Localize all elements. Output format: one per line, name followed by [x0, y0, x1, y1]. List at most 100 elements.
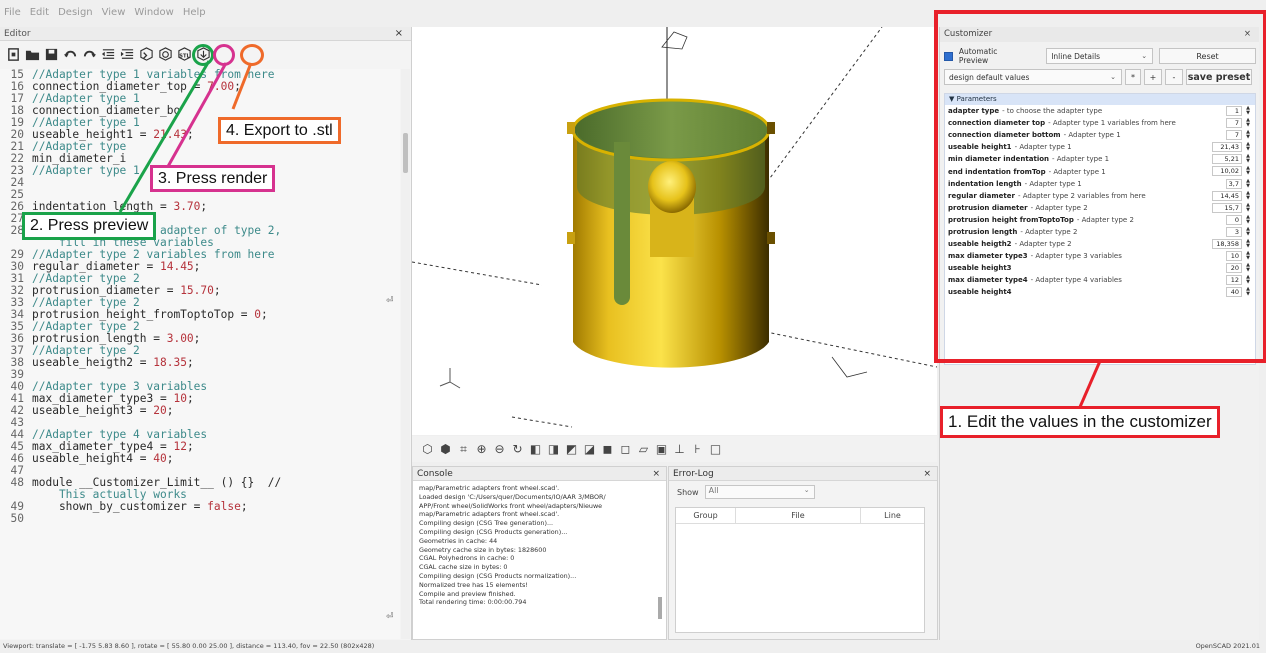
parameter-value-input[interactable]: 7 [1226, 130, 1242, 141]
parameter-value-input[interactable]: 3 [1226, 226, 1242, 237]
parameter-value-input[interactable]: 5,21 [1212, 154, 1242, 165]
spinner-arrows-icon[interactable]: ▲ ▼ [1244, 202, 1252, 213]
parameter-value-input[interactable]: 15,7 [1212, 202, 1242, 213]
show-axes-icon[interactable]: ⊥ [672, 442, 687, 457]
reset-button[interactable]: Reset [1159, 48, 1256, 64]
zoom-in-icon[interactable]: ⊕ [474, 442, 489, 457]
view-front-icon[interactable]: ◼ [600, 442, 615, 457]
show-scale-markers-icon[interactable]: ⊦ [690, 442, 705, 457]
parameter-value-input[interactable]: 21,43 [1212, 142, 1242, 153]
parameter-value-input[interactable]: 14,45 [1212, 190, 1242, 201]
automatic-preview-checkbox[interactable] [944, 51, 953, 61]
unindent-icon[interactable] [101, 47, 116, 62]
orthogonal-icon[interactable]: ▣ [654, 442, 669, 457]
spinner-arrows-icon[interactable]: ▲ ▼ [1244, 106, 1252, 116]
view-top-icon[interactable]: ◨ [546, 442, 561, 457]
spinner-arrows-icon[interactable]: ▲ ▼ [1244, 142, 1252, 152]
spinner-arrows-icon[interactable]: ▲ ▼ [1244, 226, 1252, 237]
3d-viewport[interactable] [412, 27, 937, 435]
open-folder-icon[interactable] [25, 47, 40, 62]
parameter-value-input[interactable]: 7 [1226, 118, 1242, 129]
customizer-close-icon[interactable]: × [1244, 27, 1251, 42]
menu-design[interactable]: Design [58, 7, 93, 18]
console-line: map/Parametric adapters front wheel.scad… [419, 484, 560, 492]
parameter-value-input[interactable]: 10 [1226, 251, 1242, 262]
column-file[interactable]: File [736, 508, 861, 523]
menu-window[interactable]: Window [134, 7, 173, 18]
parameter-value-input[interactable]: 18,358 [1212, 239, 1242, 250]
console-scroll-thumb[interactable] [658, 597, 662, 619]
preset-star-button[interactable]: * [1125, 69, 1141, 85]
code-line[interactable]: 46 useable_height4 = 40; [0, 453, 400, 465]
spinner-arrows-icon[interactable]: ▲ ▼ [1244, 214, 1252, 225]
preview-view-icon[interactable]: ⬡ [420, 442, 435, 457]
parameter-value-input[interactable]: 40 [1226, 287, 1242, 298]
reset-view-icon[interactable]: ↻ [510, 442, 525, 457]
preview-icon[interactable] [139, 46, 154, 62]
code-line[interactable]: 50 [0, 513, 400, 525]
view-back-icon[interactable]: ◻ [618, 442, 633, 457]
new-file-icon[interactable] [6, 47, 21, 62]
spinner-arrows-icon[interactable]: ▲ ▼ [1244, 251, 1252, 261]
indent-icon[interactable] [120, 47, 135, 62]
editor-scrollbar[interactable] [401, 69, 410, 639]
parameter-value-input[interactable]: 10,02 [1212, 166, 1242, 177]
code-editor[interactable]: 15//Adapter type 1 variables from here 16… [0, 69, 400, 639]
redo-icon[interactable] [82, 47, 97, 62]
parameter-value-input[interactable]: 12 [1226, 275, 1242, 286]
error-log-close-icon[interactable]: × [923, 467, 931, 481]
parameter-description: - Adapter type 3 variables [1030, 252, 1122, 261]
view-all-icon[interactable]: ⌗ [456, 442, 471, 457]
console-panel: Console × map/Parametric adapters front … [412, 466, 667, 640]
code-line[interactable]: 49 shown_by_customizer = false; [0, 501, 400, 513]
render-view-icon[interactable]: ⬢ [438, 442, 453, 457]
spinner-arrows-icon[interactable]: ▲ ▼ [1244, 118, 1252, 128]
spinner-arrows-icon[interactable]: ▲ ▼ [1244, 239, 1252, 249]
spinner-arrows-icon[interactable]: ▲ ▼ [1244, 154, 1252, 164]
column-group[interactable]: Group [676, 508, 736, 523]
parameter-value-input[interactable]: 1 [1226, 106, 1242, 116]
code-line[interactable]: 38 useable_heigth2 = 18.35; [0, 357, 400, 369]
menu-edit[interactable]: Edit [30, 7, 49, 18]
parameters-header[interactable]: ▼ Parameters [945, 94, 1255, 105]
spinner-arrows-icon[interactable]: ▲ ▼ [1244, 166, 1252, 176]
view-bottom-icon[interactable]: ◩ [564, 442, 579, 457]
view-right-icon[interactable]: ◧ [528, 442, 543, 457]
view-left-icon[interactable]: ◪ [582, 442, 597, 457]
menu-help[interactable]: Help [183, 7, 206, 18]
detail-style-select[interactable]: Inline Details ⌄ [1046, 48, 1154, 64]
console-close-icon[interactable]: × [652, 467, 660, 481]
undo-icon[interactable] [63, 47, 78, 62]
export-stl-icon[interactable]: STL [177, 46, 192, 62]
editor-close-icon[interactable]: × [395, 27, 403, 41]
preset-select[interactable]: design default values ⌄ [944, 69, 1122, 85]
remove-preset-button[interactable]: - [1165, 69, 1183, 85]
parameter-description: - Adapter type 1 [1063, 131, 1121, 140]
show-filter-select[interactable]: All ⌄ [704, 485, 815, 499]
code-line[interactable]: 42 useable_height3 = 20; [0, 405, 400, 417]
spinner-arrows-icon[interactable]: ▲ ▼ [1244, 263, 1252, 273]
step4-callout: 4. Export to .stl [218, 117, 341, 144]
menu-file[interactable]: File [4, 7, 21, 18]
save-icon[interactable] [44, 47, 59, 62]
parameter-row: end indentation fromTop - Adapter type 1 1… [945, 165, 1255, 177]
zoom-out-icon[interactable]: ⊖ [492, 442, 507, 457]
render-icon[interactable] [158, 46, 173, 62]
parameter-description: - Adapter type 2 [1076, 215, 1134, 224]
save-preset-button[interactable]: save preset [1186, 69, 1252, 85]
parameter-value-input[interactable]: 0 [1226, 214, 1242, 225]
add-preset-button[interactable]: + [1144, 69, 1162, 85]
spinner-arrows-icon[interactable]: ▲ ▼ [1244, 275, 1252, 285]
spinner-arrows-icon[interactable]: ▲ ▼ [1244, 178, 1252, 189]
spinner-arrows-icon[interactable]: ▲ ▼ [1244, 190, 1252, 201]
console-line: Loaded design 'C:/Users/quer/Documents/I… [419, 492, 606, 501]
parameter-value-input[interactable]: 3,7 [1226, 178, 1242, 189]
editor-scroll-thumb[interactable] [403, 133, 408, 173]
spinner-arrows-icon[interactable]: ▲ ▼ [1244, 287, 1252, 297]
show-edges-icon[interactable]: □ [708, 442, 723, 457]
spinner-arrows-icon[interactable]: ▲ ▼ [1244, 130, 1252, 140]
parameter-value-input[interactable]: 20 [1226, 263, 1242, 274]
menu-view[interactable]: View [102, 7, 126, 18]
perspective-icon[interactable]: ▱ [636, 442, 651, 457]
column-line[interactable]: Line [861, 508, 924, 523]
